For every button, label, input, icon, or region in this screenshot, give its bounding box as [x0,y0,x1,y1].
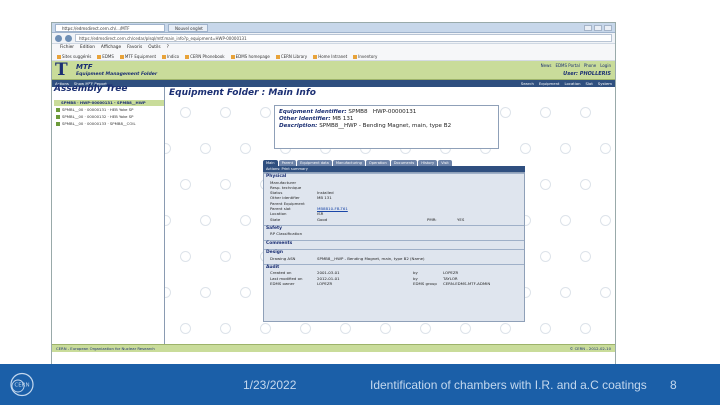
window-controls [584,24,612,31]
identifier-box: Equipment Identifier: SPMB8 HWP-00000131… [274,105,499,149]
assembly-tree-panel: Assembly Tree SPMB8 · HWP-00000131 - SPM… [52,84,165,352]
app-title: MTF [76,63,93,71]
url-input[interactable]: https://edmsdirect.cern.ch/cedar/plsql/m… [75,34,612,42]
identifier-hwp: HWP-00000131 [372,109,417,115]
menu-item[interactable]: Favoris [127,45,142,51]
browser-tab[interactable]: https://edmsdirect.cern.ch/.../MTF [55,23,165,32]
footer-text: CERN - European Organization for Nuclear… [56,346,155,351]
cern-logo-text: CERN [14,383,29,389]
browser-titlebar: https://edmsdirect.cern.ch/.../MTF Nouve… [52,23,615,33]
menu-bar: Fichier Edition Affichage Favoris Outils… [52,44,615,52]
app-header: T MTF Equipment Management Folder News E… [52,61,615,80]
bookmark[interactable]: EDMS [97,54,114,59]
menu-item[interactable]: ? [167,45,169,51]
link-login[interactable]: Login [600,63,611,68]
menu-item[interactable]: Outils [148,45,160,51]
tree-item[interactable]: SPMBL__00 · 00000132 · HEB Yoke SP [52,113,164,120]
detail-table: Physical Manufacturer Resp. technique St… [263,172,525,322]
link-news[interactable]: News [541,63,552,68]
row-value: YES [457,216,465,222]
row-key: State [270,216,281,222]
bookmark[interactable]: EDMS homepage [231,54,270,59]
browser-tab-new[interactable]: Nouvel onglet [168,23,208,32]
assembly-tree-title: Assembly Tree [54,84,128,94]
bookmark[interactable]: Inventory [353,54,377,59]
row-key: RP Classification [270,231,303,237]
bookmark[interactable]: MTF Equipment [120,54,156,59]
nav-search[interactable]: Search [521,81,534,86]
page-title: Equipment Folder : Main Info [169,88,316,98]
row-key: Drawing ASN [270,255,296,261]
tree-item[interactable]: SPMBL__00 · 00000131 · HEB Yoke SP [52,106,164,113]
mtf-logo: T [55,60,68,80]
slide-date: 1/23/2022 [243,378,297,392]
bookmark[interactable]: Sites suggérés [57,54,91,59]
address-bar: https://edmsdirect.cern.ch/cedar/plsql/m… [52,33,615,44]
slide-title: Identification of chambers with I.R. and… [370,378,647,392]
menu-item[interactable]: Edition [80,45,95,51]
row-key: EDMS group [413,281,437,287]
bookmark[interactable]: CERN Phonebook [185,54,225,59]
row-key: PMR: [427,216,437,222]
maximize-icon[interactable] [594,24,602,31]
bookmark[interactable]: Indico [162,54,179,59]
row-value: CERN-EDMS-MTF-ADMIN [443,281,491,287]
row-value: SPMB8__HWP - Bending Magnet, main, type … [317,255,425,261]
main-panel: Equipment Folder : Main Info Equipment I… [169,87,615,352]
minimize-icon[interactable] [584,24,592,31]
menu-item[interactable]: Affichage [101,45,121,51]
slide: https://edmsdirect.cern.ch/.../MTF Nouve… [0,0,720,405]
nav-system[interactable]: System [598,81,612,86]
top-links: News EDMS Portal Phone Login [541,63,611,68]
slide-footer-bar: CERN 1/23/2022 Identification of chamber… [0,364,720,405]
identifier-value: SPMB8 [348,109,368,115]
bookmarks-bar: Sites suggérés EDMS MTF Equipment Indico… [52,52,615,61]
row-value: Good [317,216,328,222]
back-icon[interactable] [55,34,62,42]
table-row: EDMS owner LOPEZR EDMS group CERN-EDMS-MTF-… [264,281,524,286]
row-key: EDMS owner [270,281,295,287]
tree-item[interactable]: SPMBL__00 · 00000133 · SPMB8__COIL [52,120,164,127]
close-icon[interactable] [604,24,612,31]
menu-item[interactable]: Fichier [60,45,74,51]
app-footer: CERN - European Organization for Nuclear… [52,344,615,352]
other-identifier-value: MB 131 [332,116,354,122]
nav-equipment[interactable]: Equipment [539,81,560,86]
row-value: LOPEZR [317,281,333,287]
app-body: Assembly Tree SPMB8 · HWP-00000131 - SPM… [52,84,615,352]
bookmark[interactable]: Home Intranet [313,54,347,59]
nav-location[interactable]: Location [564,81,580,86]
bookmark[interactable]: CERN Library [276,54,307,59]
slide-page-number: 8 [670,378,677,392]
identifier-label: Equipment Identifier: [279,109,347,115]
nav-slot[interactable]: Slot [586,81,593,86]
forward-icon[interactable] [65,34,72,42]
link-edms-portal[interactable]: EDMS Portal [555,63,579,68]
user-label: User: PHOLLERIS [563,71,611,77]
other-identifier-label: Other Identifier: [279,116,331,122]
browser-screenshot: https://edmsdirect.cern.ch/.../MTF Nouve… [51,22,616,365]
app-subtitle: Equipment Management Folder [76,72,158,77]
description-value: SPMB8__HWP - Bending Magnet, main, type … [319,123,452,129]
link-phone[interactable]: Phone [584,63,596,68]
description-label: Description: [279,123,318,129]
footer-copyright: © CERN - 2012-02-10 [569,346,611,351]
cern-logo-icon: CERN [10,372,34,397]
